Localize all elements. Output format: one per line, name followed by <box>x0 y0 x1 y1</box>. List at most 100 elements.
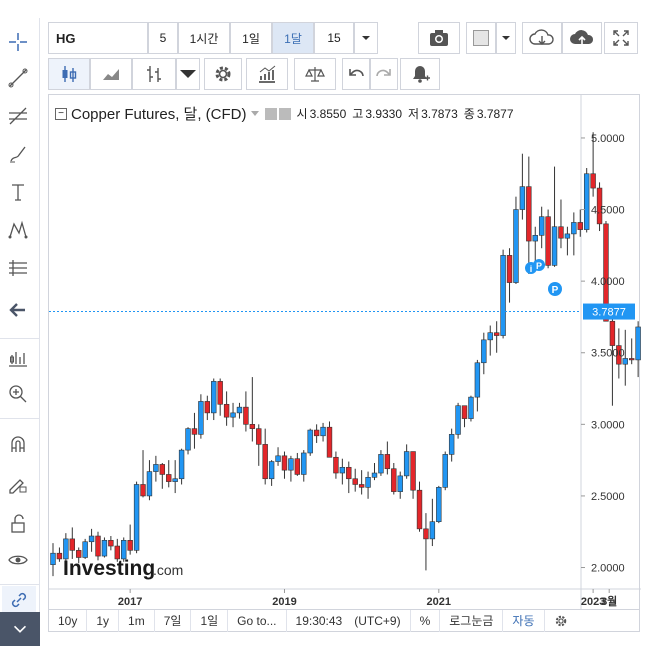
timezone-button[interactable]: (UTC+9) <box>345 609 411 632</box>
candle-body <box>403 451 410 477</box>
candle-body <box>493 332 500 336</box>
candle-body <box>326 426 333 458</box>
candle-body <box>236 406 243 414</box>
candle-body <box>455 405 461 435</box>
candle-body <box>468 396 474 419</box>
eye-icon[interactable] <box>4 546 32 574</box>
candle-body <box>217 381 223 405</box>
range-7d-button[interactable]: 7일 <box>155 609 192 632</box>
candles-icon <box>62 66 77 82</box>
goto-button[interactable]: Go to... <box>228 609 287 632</box>
watermark-logo: Investing .com <box>63 557 183 580</box>
percent-scale-button[interactable]: % <box>411 609 441 632</box>
color-picker[interactable] <box>466 22 496 54</box>
candle-body <box>500 255 506 336</box>
candle-body <box>69 538 75 551</box>
trendline-icon[interactable] <box>4 64 32 92</box>
collapse-legend-icon[interactable]: − <box>55 107 67 120</box>
bars-style-button[interactable] <box>132 58 176 90</box>
pattern-icon[interactable] <box>4 216 32 244</box>
zoom-icon[interactable] <box>4 380 32 408</box>
camera-button[interactable] <box>418 22 460 54</box>
undo-icon <box>349 69 364 77</box>
indicators-button[interactable] <box>246 58 288 90</box>
cloud-download-button[interactable] <box>522 22 562 54</box>
alert-button[interactable] <box>400 58 440 90</box>
text-icon[interactable] <box>4 178 32 206</box>
area-style-button[interactable] <box>90 58 132 90</box>
candle-body <box>166 474 172 482</box>
candlestick-chart[interactable]: 5.0000 4.5000 4.0000 3.5000 3.0000 2.5000 2.00… <box>49 95 641 611</box>
measure-icon[interactable] <box>4 254 32 282</box>
count-input[interactable]: 15 <box>314 22 354 54</box>
timeframe-dropdown[interactable] <box>354 22 378 54</box>
chart-style-dropdown[interactable] <box>176 58 200 90</box>
scales-icon <box>305 67 325 82</box>
timeframe-1mo-button[interactable]: 1달 <box>272 22 314 54</box>
candle-body <box>198 401 204 435</box>
auto-scale-button[interactable]: 자동 <box>503 609 545 632</box>
link-icon[interactable] <box>2 586 36 614</box>
close-value: 3.7877 <box>476 106 514 121</box>
candle-body <box>108 540 114 547</box>
candle-body <box>82 541 88 558</box>
indicator-icon <box>259 65 276 83</box>
range-1y-button[interactable]: 1y <box>87 609 120 632</box>
candle-body <box>358 484 365 488</box>
compare-button[interactable] <box>294 58 336 90</box>
candle-body <box>294 458 301 475</box>
settings-button[interactable] <box>204 58 242 90</box>
chart-settings-button[interactable] <box>545 610 577 632</box>
settings-icon[interactable] <box>278 107 291 120</box>
candle-body <box>442 454 448 488</box>
candle-body <box>635 326 641 361</box>
range-1d-button[interactable]: 1일 <box>191 609 229 632</box>
x-tick-label: 3월 <box>601 594 617 608</box>
candle-body <box>301 452 307 475</box>
candle-body <box>268 461 275 480</box>
candle-body <box>416 489 423 530</box>
back-arrow-icon[interactable] <box>4 296 32 324</box>
fullscreen-button[interactable] <box>604 22 638 54</box>
candle-body <box>256 428 262 445</box>
caret-down-icon[interactable] <box>250 110 259 117</box>
collapse-toolbar-button[interactable] <box>0 612 40 646</box>
timeframe-1h-button[interactable]: 1시간 <box>178 22 230 54</box>
brush-icon[interactable] <box>4 140 32 168</box>
watermark-suffix: .com <box>153 562 183 578</box>
candles-style-button[interactable] <box>48 58 90 90</box>
x-tick-label: 2017 <box>118 596 142 608</box>
candle-body <box>551 226 558 266</box>
high-label: 고 <box>352 107 364 121</box>
undo-button[interactable] <box>342 58 370 90</box>
lock-icon[interactable] <box>4 510 32 538</box>
candle-body <box>410 451 416 491</box>
redo-icon <box>376 69 391 77</box>
candle-body <box>204 401 211 414</box>
crosshair-icon[interactable] <box>4 28 32 56</box>
candle-body <box>481 339 487 364</box>
candle-type-icon[interactable] <box>4 344 32 372</box>
cloud-upload-button[interactable] <box>562 22 602 54</box>
candle-body <box>288 458 294 471</box>
range-1m-button[interactable]: 1m <box>119 609 155 632</box>
range-10y-button[interactable]: 10y <box>49 609 88 632</box>
timeframe-1d-button[interactable]: 1일 <box>230 22 272 54</box>
chart-panel[interactable]: − Copper Futures, 달, (CFD) 시 3.8550 고 3.93… <box>48 94 641 611</box>
log-scale-button[interactable]: 로그눈금 <box>440 609 504 632</box>
candle-body <box>178 449 185 480</box>
redo-button[interactable] <box>370 58 398 90</box>
color-dropdown[interactable] <box>496 22 516 54</box>
interval-input[interactable]: 5 <box>148 22 178 54</box>
pencil-lock-icon[interactable] <box>4 470 32 498</box>
bars-icon <box>147 66 161 82</box>
symbol-input[interactable] <box>48 22 148 54</box>
fib-icon[interactable] <box>4 102 32 130</box>
caret-down-icon <box>362 36 370 40</box>
legend-title: Copper Futures, 달, (CFD) <box>71 106 247 123</box>
magnet-icon[interactable] <box>4 430 32 458</box>
svg-text:P: P <box>536 261 542 271</box>
candle-body <box>172 478 178 482</box>
fullscreen-icon <box>613 30 629 46</box>
eye-toggle-icon[interactable] <box>264 107 277 120</box>
